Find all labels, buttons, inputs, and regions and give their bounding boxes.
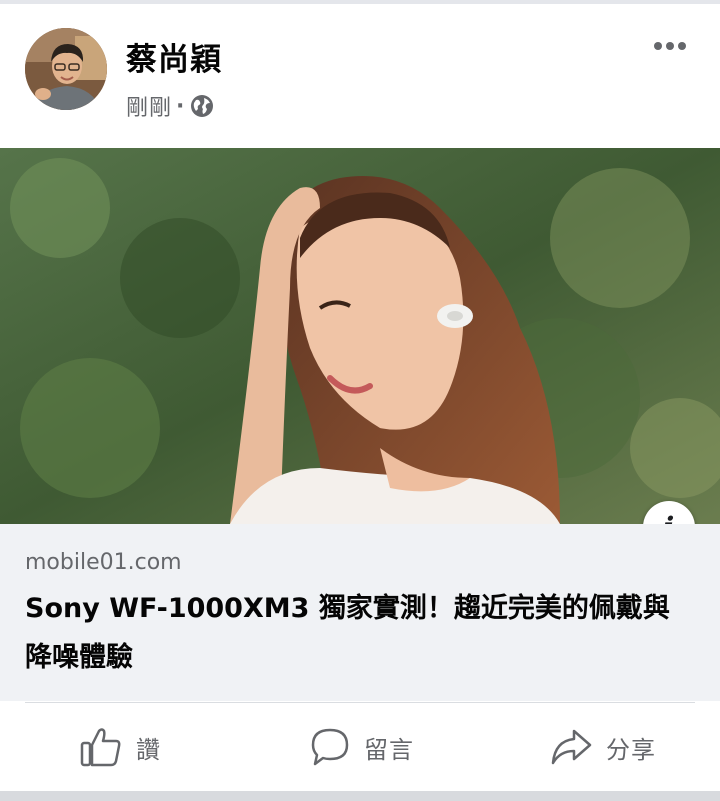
share-arrow-icon <box>551 729 592 765</box>
info-icon: i <box>664 511 675 525</box>
woman-wearing-earbuds-photo <box>0 148 720 524</box>
globe-icon[interactable] <box>190 94 214 118</box>
link-preview-body[interactable]: mobile01.com Sony WF-1000XM3 獨家實測！趨近完美的佩… <box>0 524 720 701</box>
comment-label: 留言 <box>364 735 414 764</box>
share-button[interactable]: 分享 <box>550 703 656 791</box>
more-options-icon <box>654 42 686 50</box>
bottom-separator <box>0 791 720 801</box>
post-actions-bar: 讚 留言 分享 <box>0 703 720 791</box>
post-header: 蔡尚穎 剛剛 · <box>0 4 720 148</box>
like-button[interactable]: 讚 <box>80 703 161 791</box>
more-options-button[interactable] <box>648 32 692 60</box>
share-label: 分享 <box>606 735 656 764</box>
post-timestamp[interactable]: 剛剛 <box>126 90 172 122</box>
comment-button[interactable]: 留言 <box>310 703 414 791</box>
link-domain: mobile01.com <box>25 550 182 575</box>
author-name[interactable]: 蔡尚穎 <box>126 34 222 79</box>
meta-separator: · <box>176 93 185 119</box>
link-preview-card[interactable]: i mobile01.com Sony WF-1000XM3 獨家實測！趨近完美… <box>0 148 720 701</box>
avatar-photo <box>25 28 107 110</box>
like-label: 讚 <box>136 735 161 764</box>
post-meta: 剛剛 · <box>126 90 214 122</box>
link-preview-image[interactable]: i <box>0 148 720 524</box>
comment-bubble-icon <box>311 728 349 766</box>
author-avatar[interactable] <box>25 28 107 110</box>
thumbs-up-icon <box>80 728 121 767</box>
link-title[interactable]: Sony WF-1000XM3 獨家實測！趨近完美的佩戴與降噪體驗 <box>25 584 695 682</box>
